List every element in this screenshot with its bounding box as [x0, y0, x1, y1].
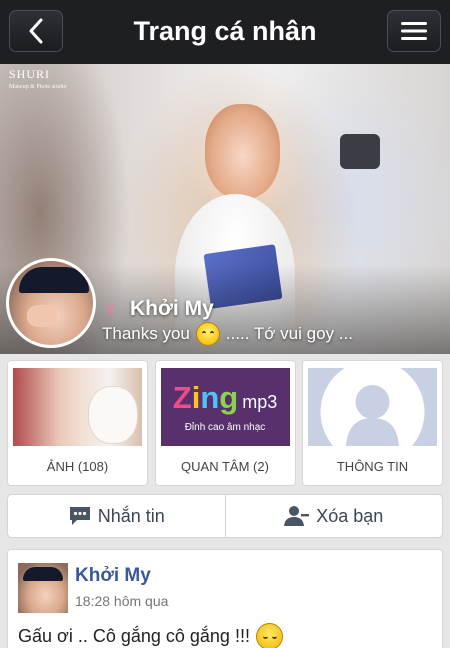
status-text-start: Thanks you — [102, 324, 190, 343]
post-author-name[interactable]: Khởi My — [75, 565, 151, 587]
tile-photos[interactable]: ẢNH (108) — [7, 360, 148, 486]
teddy-bear-image — [88, 386, 138, 444]
friend-action-bar: Nhắn tin Xóa bạn — [7, 494, 443, 538]
pleased-emoji-icon — [255, 623, 283, 648]
tile-info[interactable]: THÔNG TIN — [302, 360, 443, 486]
photos-thumbnail — [13, 368, 142, 446]
tile-info-label: THÔNG TIN — [336, 459, 409, 474]
post-text: Gấu ơi .. Cô gắng cô gắng !!! — [18, 626, 250, 646]
cover-photo-subject — [205, 104, 280, 199]
brand-watermark: SHURI Makeup & Photo studio — [9, 67, 67, 91]
profile-status: Thanks you ..... Tớ vui goy ... — [102, 322, 353, 346]
zing-mp3-logo: Zing mp3 Đỉnh cao âm nhạc — [160, 368, 290, 446]
tile-interests-label: QUAN TÂM (2) — [181, 459, 269, 474]
message-button-label: Nhắn tin — [97, 505, 165, 526]
tile-interests[interactable]: Zing mp3 Đỉnh cao âm nhạc QUAN TÂM (2) — [154, 360, 296, 486]
remove-user-icon — [284, 506, 310, 526]
female-gender-icon: ♀ — [102, 296, 119, 321]
back-button[interactable] — [9, 10, 63, 52]
post-timestamp: 18:28 hôm qua — [75, 593, 169, 609]
feed-post: Khởi My 18:28 hôm qua Gấu ơi .. Cô gắng … — [7, 549, 443, 648]
back-chevron-icon — [29, 18, 43, 44]
hamburger-menu-icon — [401, 22, 427, 40]
post-author-avatar[interactable] — [18, 563, 68, 613]
page-title: Trang cá nhân — [133, 16, 317, 46]
chat-bubble-icon — [69, 507, 90, 525]
profile-avatar[interactable] — [6, 258, 96, 348]
person-silhouette-icon — [308, 368, 437, 446]
profile-name: Khởi My — [130, 297, 214, 320]
status-text-end: ..... Tớ vui goy ... — [225, 324, 353, 343]
unfriend-button-label: Xóa bạn — [316, 505, 384, 526]
tile-photos-label: ẢNH (108) — [46, 459, 109, 474]
top-nav-bar: Trang cá nhân — [0, 0, 450, 64]
post-content: Gấu ơi .. Cô gắng cô gắng !!! — [18, 623, 283, 648]
profile-tiles: ẢNH (108) Zing mp3 Đỉnh cao âm nhạc QUAN … — [7, 360, 443, 486]
menu-button[interactable] — [387, 10, 441, 52]
profile-name-row: ♀ Khởi My — [102, 296, 214, 322]
smiling-emoji-icon — [195, 322, 220, 346]
message-button[interactable]: Nhắn tin — [8, 495, 225, 537]
unfriend-button[interactable]: Xóa bạn — [224, 495, 443, 537]
